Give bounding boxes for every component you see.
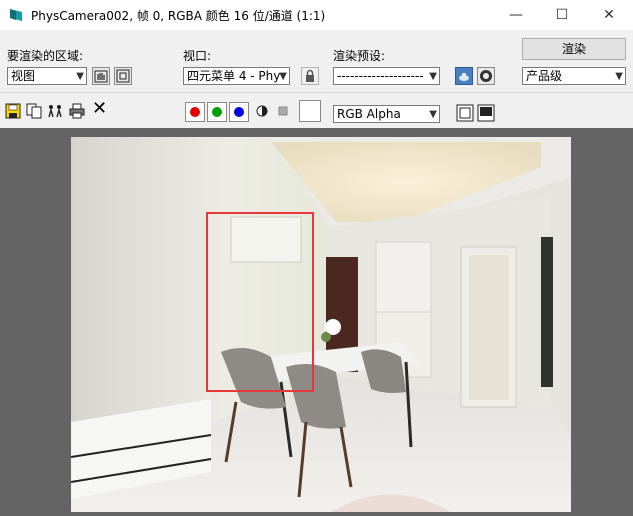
copy-image-icon[interactable] <box>26 103 42 119</box>
chevron-down-icon: ▼ <box>429 71 437 82</box>
window-title: PhysCamera002, 帧 0, RGBA 颜色 16 位/通道 (1:1… <box>31 9 326 23</box>
chevron-down-icon: ▼ <box>279 71 287 82</box>
frame-buffer-toolbar: ✕ RGB Alpha ▼ <box>0 92 633 129</box>
environment-sphere-icon <box>480 70 492 82</box>
3dsmax-app-icon <box>10 9 22 21</box>
lock-icon <box>306 69 314 82</box>
render-preset-value: -------------------- <box>337 69 424 83</box>
display-channel-select[interactable]: RGB Alpha ▼ <box>333 105 440 123</box>
red-channel-button[interactable] <box>185 102 205 122</box>
render-quality-value: 产品级 <box>526 69 563 83</box>
auto-region-button[interactable] <box>114 67 132 85</box>
chevron-down-icon: ▼ <box>615 71 623 82</box>
region-frame-icon <box>116 69 130 83</box>
chevron-down-icon: ▼ <box>429 109 437 120</box>
area-to-render-value: 视图 <box>11 69 36 83</box>
red-dot-icon <box>190 107 200 117</box>
minimize-button[interactable]: — <box>493 0 539 30</box>
edit-region-button[interactable] <box>92 67 110 85</box>
toggle-ui-icon[interactable] <box>477 104 495 122</box>
clear-icon[interactable]: ✕ <box>92 100 108 118</box>
area-to-render-label: 要渲染的区域: <box>7 49 84 63</box>
chevron-down-icon: ▼ <box>76 71 84 82</box>
alpha-channel-icon[interactable] <box>254 103 270 119</box>
maximize-button[interactable]: ☐ <box>539 0 585 30</box>
monochrome-icon[interactable] <box>275 103 291 119</box>
lock-viewport-button[interactable] <box>301 67 319 85</box>
render-button[interactable]: 渲染 <box>522 38 626 60</box>
green-dot-icon <box>212 107 222 117</box>
clone-window-icon[interactable] <box>47 103 63 119</box>
frame-buffer-viewport <box>0 128 633 516</box>
teapot-render-icon <box>459 73 469 81</box>
rendered-image <box>71 137 571 512</box>
save-image-icon[interactable] <box>5 103 21 119</box>
color-swatch[interactable] <box>299 100 321 122</box>
blue-dot-icon <box>234 107 244 117</box>
blue-channel-button[interactable] <box>229 102 249 122</box>
render-preset-select[interactable]: -------------------- ▼ <box>333 67 440 85</box>
environment-button[interactable] <box>477 67 495 85</box>
viewport-select[interactable]: 四元菜单 4 - Phy ▼ <box>183 67 290 85</box>
toggle-ui-overlay-icon[interactable] <box>456 104 474 122</box>
green-channel-button[interactable] <box>207 102 227 122</box>
area-to-render-select[interactable]: 视图 ▼ <box>7 67 87 85</box>
highlight-rectangle <box>206 212 314 392</box>
viewport-value: 四元菜单 4 - Phy <box>187 69 281 83</box>
render-settings-panel: 要渲染的区域: 视图 ▼ 视口: 四元菜单 4 - Phy ▼ 渲染预设: --… <box>0 30 633 92</box>
title-bar: PhysCamera002, 帧 0, RGBA 颜色 16 位/通道 (1:1… <box>0 0 633 30</box>
print-image-icon[interactable] <box>69 103 85 119</box>
viewport-label: 视口: <box>183 49 212 63</box>
render-preset-label: 渲染预设: <box>333 49 386 63</box>
close-button[interactable]: ✕ <box>586 0 632 30</box>
hand-region-icon <box>94 70 108 83</box>
render-setup-button[interactable] <box>455 67 473 85</box>
render-quality-select[interactable]: 产品级 ▼ <box>522 67 626 85</box>
rendered-dining-room-illustration <box>71 137 571 512</box>
display-channel-value: RGB Alpha <box>337 107 401 121</box>
